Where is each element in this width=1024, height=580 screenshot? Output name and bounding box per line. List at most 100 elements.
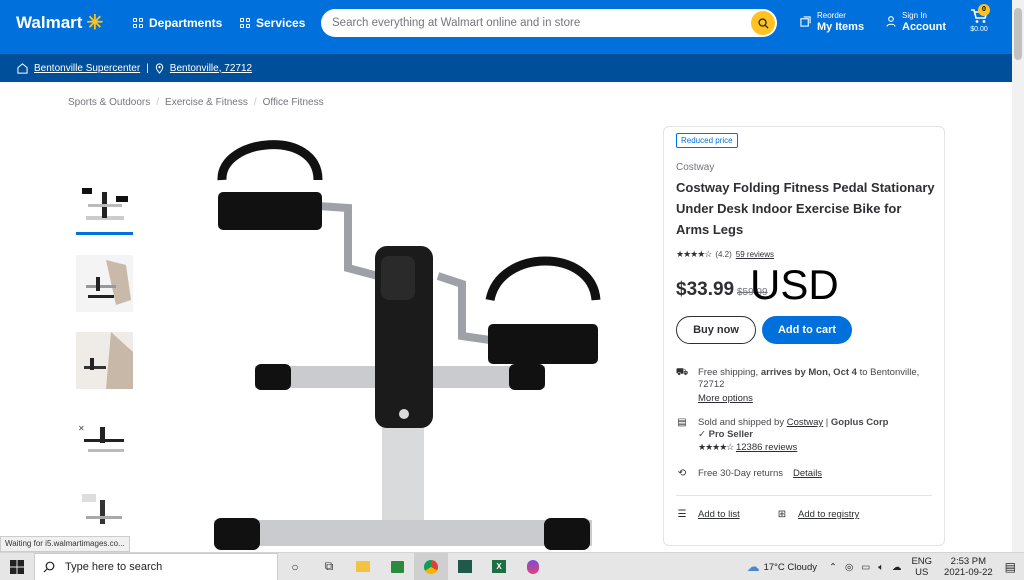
grid-icon xyxy=(133,18,143,28)
main-product-image[interactable] xyxy=(200,128,620,552)
excel-icon[interactable]: X xyxy=(482,553,516,580)
account-link[interactable]: Sign In Account xyxy=(886,11,946,34)
add-to-cart-button[interactable]: Add to cart xyxy=(762,316,852,344)
seller-row: ▤ Sold and shipped by Costway | Goplus C… xyxy=(676,417,928,454)
spreadsheet-app-icon[interactable] xyxy=(448,553,482,580)
paint-app-icon[interactable] xyxy=(516,553,550,580)
search-button[interactable] xyxy=(751,11,775,35)
clock[interactable]: 2:53 PM 2021-09-22 xyxy=(944,556,993,578)
shipping-row: ⛟ Free shipping, arrives by Mon, Oct 4 t… xyxy=(676,367,928,405)
start-button[interactable] xyxy=(0,553,34,580)
file-explorer-icon[interactable] xyxy=(346,553,380,580)
svg-text:✕: ✕ xyxy=(78,424,85,433)
thumbnail-2[interactable] xyxy=(76,255,133,312)
current-price: $33.99 xyxy=(676,279,735,300)
buy-now-button[interactable]: Buy now xyxy=(676,316,756,344)
rating-row: ★★★★☆ (4.2) 59 reviews xyxy=(676,249,774,260)
check-badge-icon: ✓ xyxy=(698,429,706,440)
city-link[interactable]: Bentonville, 72712 xyxy=(170,63,252,74)
taskbar-search[interactable]: Type here to search xyxy=(34,552,278,580)
account-label: Account xyxy=(902,20,946,33)
meet-icon[interactable]: ◎ xyxy=(845,562,853,573)
reviews-link[interactable]: 59 reviews xyxy=(736,250,774,259)
lang-top: ENG xyxy=(911,556,933,567)
windows-taskbar: Type here to search ○ ⧉ X ☁ 17°C Cloudy … xyxy=(0,552,1024,580)
chrome-icon[interactable] xyxy=(414,552,448,580)
cart-total: $0.00 xyxy=(970,26,988,33)
chevron-up-icon[interactable]: ⌃ xyxy=(829,562,837,573)
scrollbar-thumb[interactable] xyxy=(1014,8,1022,60)
more-options-link[interactable]: More options xyxy=(698,393,753,404)
add-to-list-link[interactable]: ☰ Add to list xyxy=(676,509,740,521)
walmart-logo[interactable]: Walmart ✳ xyxy=(16,13,103,33)
services-button[interactable]: Services xyxy=(240,16,305,30)
seller-prefix: Sold and shipped by xyxy=(698,417,787,428)
user-icon xyxy=(886,16,896,27)
taskbar-search-placeholder: Type here to search xyxy=(65,560,163,573)
reorder-icon xyxy=(800,16,811,27)
search-input[interactable]: Search everything at Walmart online and … xyxy=(321,9,777,37)
product-title: Costway Folding Fitness Pedal Stationary… xyxy=(676,180,935,237)
reduced-price-badge: Reduced price xyxy=(676,133,738,148)
departments-button[interactable]: Departments xyxy=(133,16,222,30)
reorder-link[interactable]: Reorder My Items xyxy=(800,11,864,34)
returns-details-link[interactable]: Details xyxy=(793,468,822,480)
location-bar: Bentonville Supercenter | Bentonville, 7… xyxy=(0,54,1012,82)
brand-link[interactable]: Costway xyxy=(676,162,714,173)
location-separator: | xyxy=(146,62,149,74)
breadcrumb-office-fitness[interactable]: Office Fitness xyxy=(263,97,324,108)
logo-text: Walmart xyxy=(16,13,83,32)
seller-link[interactable]: Costway xyxy=(787,417,823,428)
lang-bottom: US xyxy=(915,567,929,578)
clock-time: 2:53 PM xyxy=(950,556,987,567)
onedrive-icon[interactable]: ☁ xyxy=(892,562,902,573)
shipping-date: arrives by Mon, Oct 4 xyxy=(760,367,857,378)
thumbnail-3[interactable] xyxy=(76,332,133,389)
search-icon xyxy=(757,17,769,29)
star-rating-icon: ★★★★☆ xyxy=(676,249,712,259)
search-icon xyxy=(43,561,55,572)
store-icon: ▤ xyxy=(677,417,687,428)
breadcrumb: Sports & Outdoors / Exercise & Fitness / Off… xyxy=(68,97,324,108)
language-indicator[interactable]: ENG US xyxy=(911,556,932,578)
notification-icon[interactable]: ▤ xyxy=(1005,560,1016,574)
browser-status-bar: Waiting for i5.walmartimages.co... xyxy=(0,536,130,552)
signin-label: Sign In xyxy=(902,11,927,20)
add-to-registry-link[interactable]: ⊞ Add to registry xyxy=(776,509,859,521)
gift-icon: ⊞ xyxy=(777,509,787,520)
task-view-icon[interactable]: ⧉ xyxy=(312,553,346,580)
thumbnail-1[interactable] xyxy=(76,178,133,235)
departments-label: Departments xyxy=(149,16,223,30)
windows-icon xyxy=(10,559,24,574)
list-icon: ☰ xyxy=(677,509,687,520)
volume-icon[interactable]: 🔈︎ xyxy=(878,562,884,573)
grid-icon xyxy=(240,18,250,28)
location-pin-icon xyxy=(155,62,164,74)
cart-button[interactable]: 0 $0.00 xyxy=(964,4,994,33)
returns-row: ⟲ Free 30-Day returns Details xyxy=(676,468,822,480)
seller-separator: | xyxy=(823,417,831,428)
weather-text[interactable]: 17°C Cloudy xyxy=(764,562,817,573)
add-to-registry-label: Add to registry xyxy=(798,509,860,520)
store-icon xyxy=(17,62,28,74)
breadcrumb-exercise[interactable]: Exercise & Fitness xyxy=(165,97,248,108)
breadcrumb-sports[interactable]: Sports & Outdoors xyxy=(68,97,150,108)
seller-reviews-link[interactable]: 12386 reviews xyxy=(736,442,797,453)
pro-seller-label: Pro Seller xyxy=(708,429,753,440)
truck-icon: ⛟ xyxy=(675,367,689,378)
reorder-label: Reorder xyxy=(817,11,846,20)
thumbnail-5[interactable] xyxy=(76,486,133,543)
product-info-panel: Reduced price Costway Costway Folding Fi… xyxy=(663,126,945,546)
store-app-icon[interactable] xyxy=(380,553,414,580)
network-icon[interactable]: ▭ xyxy=(861,562,870,573)
seller-corp: Goplus Corp xyxy=(830,417,889,428)
system-tray: ☁ 17°C Cloudy ⌃ ◎ ▭ 🔈︎ ☁ ENG US 2:53 PM 20… xyxy=(747,553,1024,580)
rating-value: (4.2) xyxy=(715,250,732,259)
usd-overlay-text: USD xyxy=(750,261,839,308)
thumbnail-4[interactable]: ✕ xyxy=(76,409,133,466)
seller-star-icon: ★★★★☆ xyxy=(698,442,734,452)
page-scrollbar[interactable] xyxy=(1012,0,1024,552)
cortana-icon[interactable]: ○ xyxy=(278,553,312,580)
store-link[interactable]: Bentonville Supercenter xyxy=(34,63,140,74)
site-header: Walmart ✳ Departments Services Search ev… xyxy=(0,0,1012,54)
